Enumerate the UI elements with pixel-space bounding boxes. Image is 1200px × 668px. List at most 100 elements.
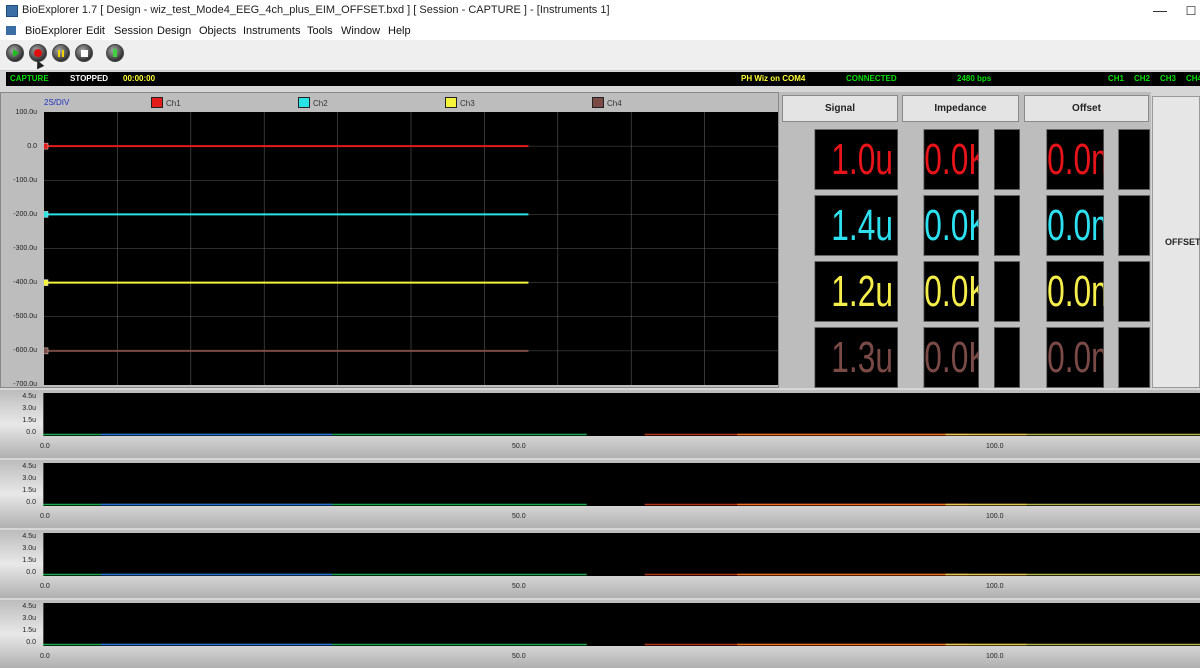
offset-header-button[interactable]: Offset bbox=[1024, 95, 1149, 122]
scope-ytick: -700.0u bbox=[13, 381, 37, 388]
menu-tools[interactable]: Tools bbox=[307, 25, 333, 37]
status-ch4: CH4 bbox=[1186, 74, 1200, 83]
trace-marker-ch3[interactable] bbox=[44, 279, 49, 286]
offset-meter-ch2: 0.0m bbox=[1046, 195, 1104, 256]
oscilloscope-panel: 2S/DIV Ch1 Ch2 Ch3 Ch4 100.0u 0.0 -100.0… bbox=[0, 92, 779, 388]
spectrum-ytick: 0.0 bbox=[26, 429, 36, 436]
record-icon bbox=[34, 49, 42, 57]
spectrum-ytick: 3.0u bbox=[22, 475, 36, 482]
status-ch1: CH1 bbox=[1108, 74, 1125, 83]
monitor-icon bbox=[113, 49, 117, 57]
impedance-aux-ch4 bbox=[994, 327, 1020, 388]
signal-meter-ch2: 1.4u bbox=[814, 195, 898, 256]
offset-aux-ch2 bbox=[1118, 195, 1150, 256]
pause-button[interactable] bbox=[52, 44, 70, 62]
signal-meter-ch4: 1.3u bbox=[814, 327, 898, 388]
status-rate: 2480 bps bbox=[957, 74, 992, 83]
menu-objects[interactable]: Objects bbox=[199, 25, 236, 37]
menu-bioexplorer[interactable]: BioExplorer bbox=[25, 25, 82, 37]
menu-design[interactable]: Design bbox=[157, 25, 191, 37]
legend-ch3[interactable]: Ch3 bbox=[445, 97, 475, 108]
play-button[interactable] bbox=[6, 44, 24, 62]
maximize-button[interactable]: ☐ bbox=[1182, 0, 1200, 22]
scope-ytick: -200.0u bbox=[13, 211, 37, 218]
legend-ch3-label: Ch3 bbox=[460, 99, 475, 108]
spectrum-xtick: 100.0 bbox=[986, 583, 1004, 590]
menu-instruments[interactable]: Instruments bbox=[243, 25, 300, 37]
spectrum-ytick: 1.5u bbox=[22, 627, 36, 634]
legend-ch2[interactable]: Ch2 bbox=[298, 97, 328, 108]
play-icon bbox=[13, 49, 19, 57]
spectrum-ytick: 1.5u bbox=[22, 417, 36, 424]
spectrum-xtick: 0.0 bbox=[40, 513, 50, 520]
scope-ytick: -100.0u bbox=[13, 177, 37, 184]
legend-ch1-swatch bbox=[151, 97, 163, 108]
status-ch2: CH2 bbox=[1134, 74, 1151, 83]
spectrum-strip-4: 4.5u 3.0u 1.5u 0.0 0.0 50.0 100.0 bbox=[0, 600, 1200, 668]
signal-header-button[interactable]: Signal bbox=[782, 95, 898, 122]
spectrum-plot-4[interactable] bbox=[43, 603, 1200, 646]
spectrum-ytick: 3.0u bbox=[22, 405, 36, 412]
signal-meter-ch1: 1.0u bbox=[814, 129, 898, 190]
spectrum-strip-1: 4.5u 3.0u 1.5u 0.0 0.0 50.0 100.0 bbox=[0, 390, 1200, 458]
scope-ytick: -400.0u bbox=[13, 279, 37, 286]
scope-ytick: 0.0 bbox=[27, 143, 37, 150]
stop-icon bbox=[80, 49, 88, 57]
legend-ch1[interactable]: Ch1 bbox=[151, 97, 181, 108]
window-title: BioExplorer 1.7 [ Design - wiz_test_Mode… bbox=[22, 4, 610, 16]
spectrum-ytick: 1.5u bbox=[22, 487, 36, 494]
spectrum-plot-1[interactable] bbox=[43, 393, 1200, 436]
status-bar: CAPTURE STOPPED 00:00:00 PH Wiz on COM4 … bbox=[6, 72, 1200, 86]
trace-marker-ch2[interactable] bbox=[44, 211, 49, 218]
scope-ytick: -300.0u bbox=[13, 245, 37, 252]
trace-marker-ch1[interactable] bbox=[44, 142, 49, 150]
impedance-header-button[interactable]: Impedance bbox=[902, 95, 1019, 122]
impedance-meter-ch4: 0.0K bbox=[923, 327, 979, 388]
title-bar: BioExplorer 1.7 [ Design - wiz_test_Mode… bbox=[0, 0, 1200, 22]
legend-ch2-label: Ch2 bbox=[313, 99, 328, 108]
offset-meter-ch4: 0.0m bbox=[1046, 327, 1104, 388]
spectrum-plot-2[interactable] bbox=[43, 463, 1200, 506]
mdi-window-icon[interactable] bbox=[6, 26, 16, 35]
menu-bar: BioExplorer Edit Session Design Objects … bbox=[0, 22, 1200, 40]
spectrum-ytick: 0.0 bbox=[26, 499, 36, 506]
minimize-button[interactable]: — bbox=[1150, 0, 1170, 22]
spectrum-xtick: 50.0 bbox=[512, 443, 526, 450]
legend-ch4-label: Ch4 bbox=[607, 99, 622, 108]
impedance-meter-ch3: 0.0K bbox=[923, 261, 979, 322]
spectrum-ytick: 0.0 bbox=[26, 569, 36, 576]
legend-ch3-swatch bbox=[445, 97, 457, 108]
spectrum-ytick: 4.5u bbox=[22, 463, 36, 470]
scope-plot[interactable] bbox=[44, 112, 778, 385]
app-icon bbox=[6, 5, 18, 17]
trace-marker-ch4[interactable] bbox=[44, 347, 49, 355]
spectrum-xtick: 100.0 bbox=[986, 653, 1004, 660]
monitor-button[interactable] bbox=[106, 44, 124, 62]
offset-meter-ch1: 0.0m bbox=[1046, 129, 1104, 190]
status-state: STOPPED bbox=[70, 74, 109, 83]
menu-session[interactable]: Session bbox=[114, 25, 153, 37]
status-ch3: CH3 bbox=[1160, 74, 1177, 83]
offset-button-label: OFFSET bbox=[1165, 237, 1200, 247]
spectrum-ytick: 0.0 bbox=[26, 639, 36, 646]
spectrum-ytick: 4.5u bbox=[22, 393, 36, 400]
spectrum-xtick: 100.0 bbox=[986, 513, 1004, 520]
impedance-meter-ch1: 0.0K bbox=[923, 129, 979, 190]
status-connection: CONNECTED bbox=[846, 74, 897, 83]
menu-window[interactable]: Window bbox=[341, 25, 380, 37]
spectrum-xtick: 0.0 bbox=[40, 653, 50, 660]
menu-help[interactable]: Help bbox=[388, 25, 411, 37]
spectrum-plot-3[interactable] bbox=[43, 533, 1200, 576]
time-division-label: 2S/DIV bbox=[44, 98, 70, 107]
meters-panel: Signal Impedance Offset 1.0u 0.0K 0.0m 1… bbox=[779, 92, 1151, 388]
spectrum-ytick: 3.0u bbox=[22, 545, 36, 552]
stop-button[interactable] bbox=[75, 44, 93, 62]
legend-ch4[interactable]: Ch4 bbox=[592, 97, 622, 108]
menu-edit[interactable]: Edit bbox=[86, 25, 105, 37]
offset-button[interactable]: OFFSET bbox=[1152, 96, 1200, 388]
spectrum-ytick: 1.5u bbox=[22, 557, 36, 564]
impedance-aux-ch3 bbox=[994, 261, 1020, 322]
spectrum-ytick: 4.5u bbox=[22, 603, 36, 610]
spectrum-strip-2: 4.5u 3.0u 1.5u 0.0 0.0 50.0 100.0 bbox=[0, 460, 1200, 528]
status-time: 00:00:00 bbox=[123, 74, 156, 83]
